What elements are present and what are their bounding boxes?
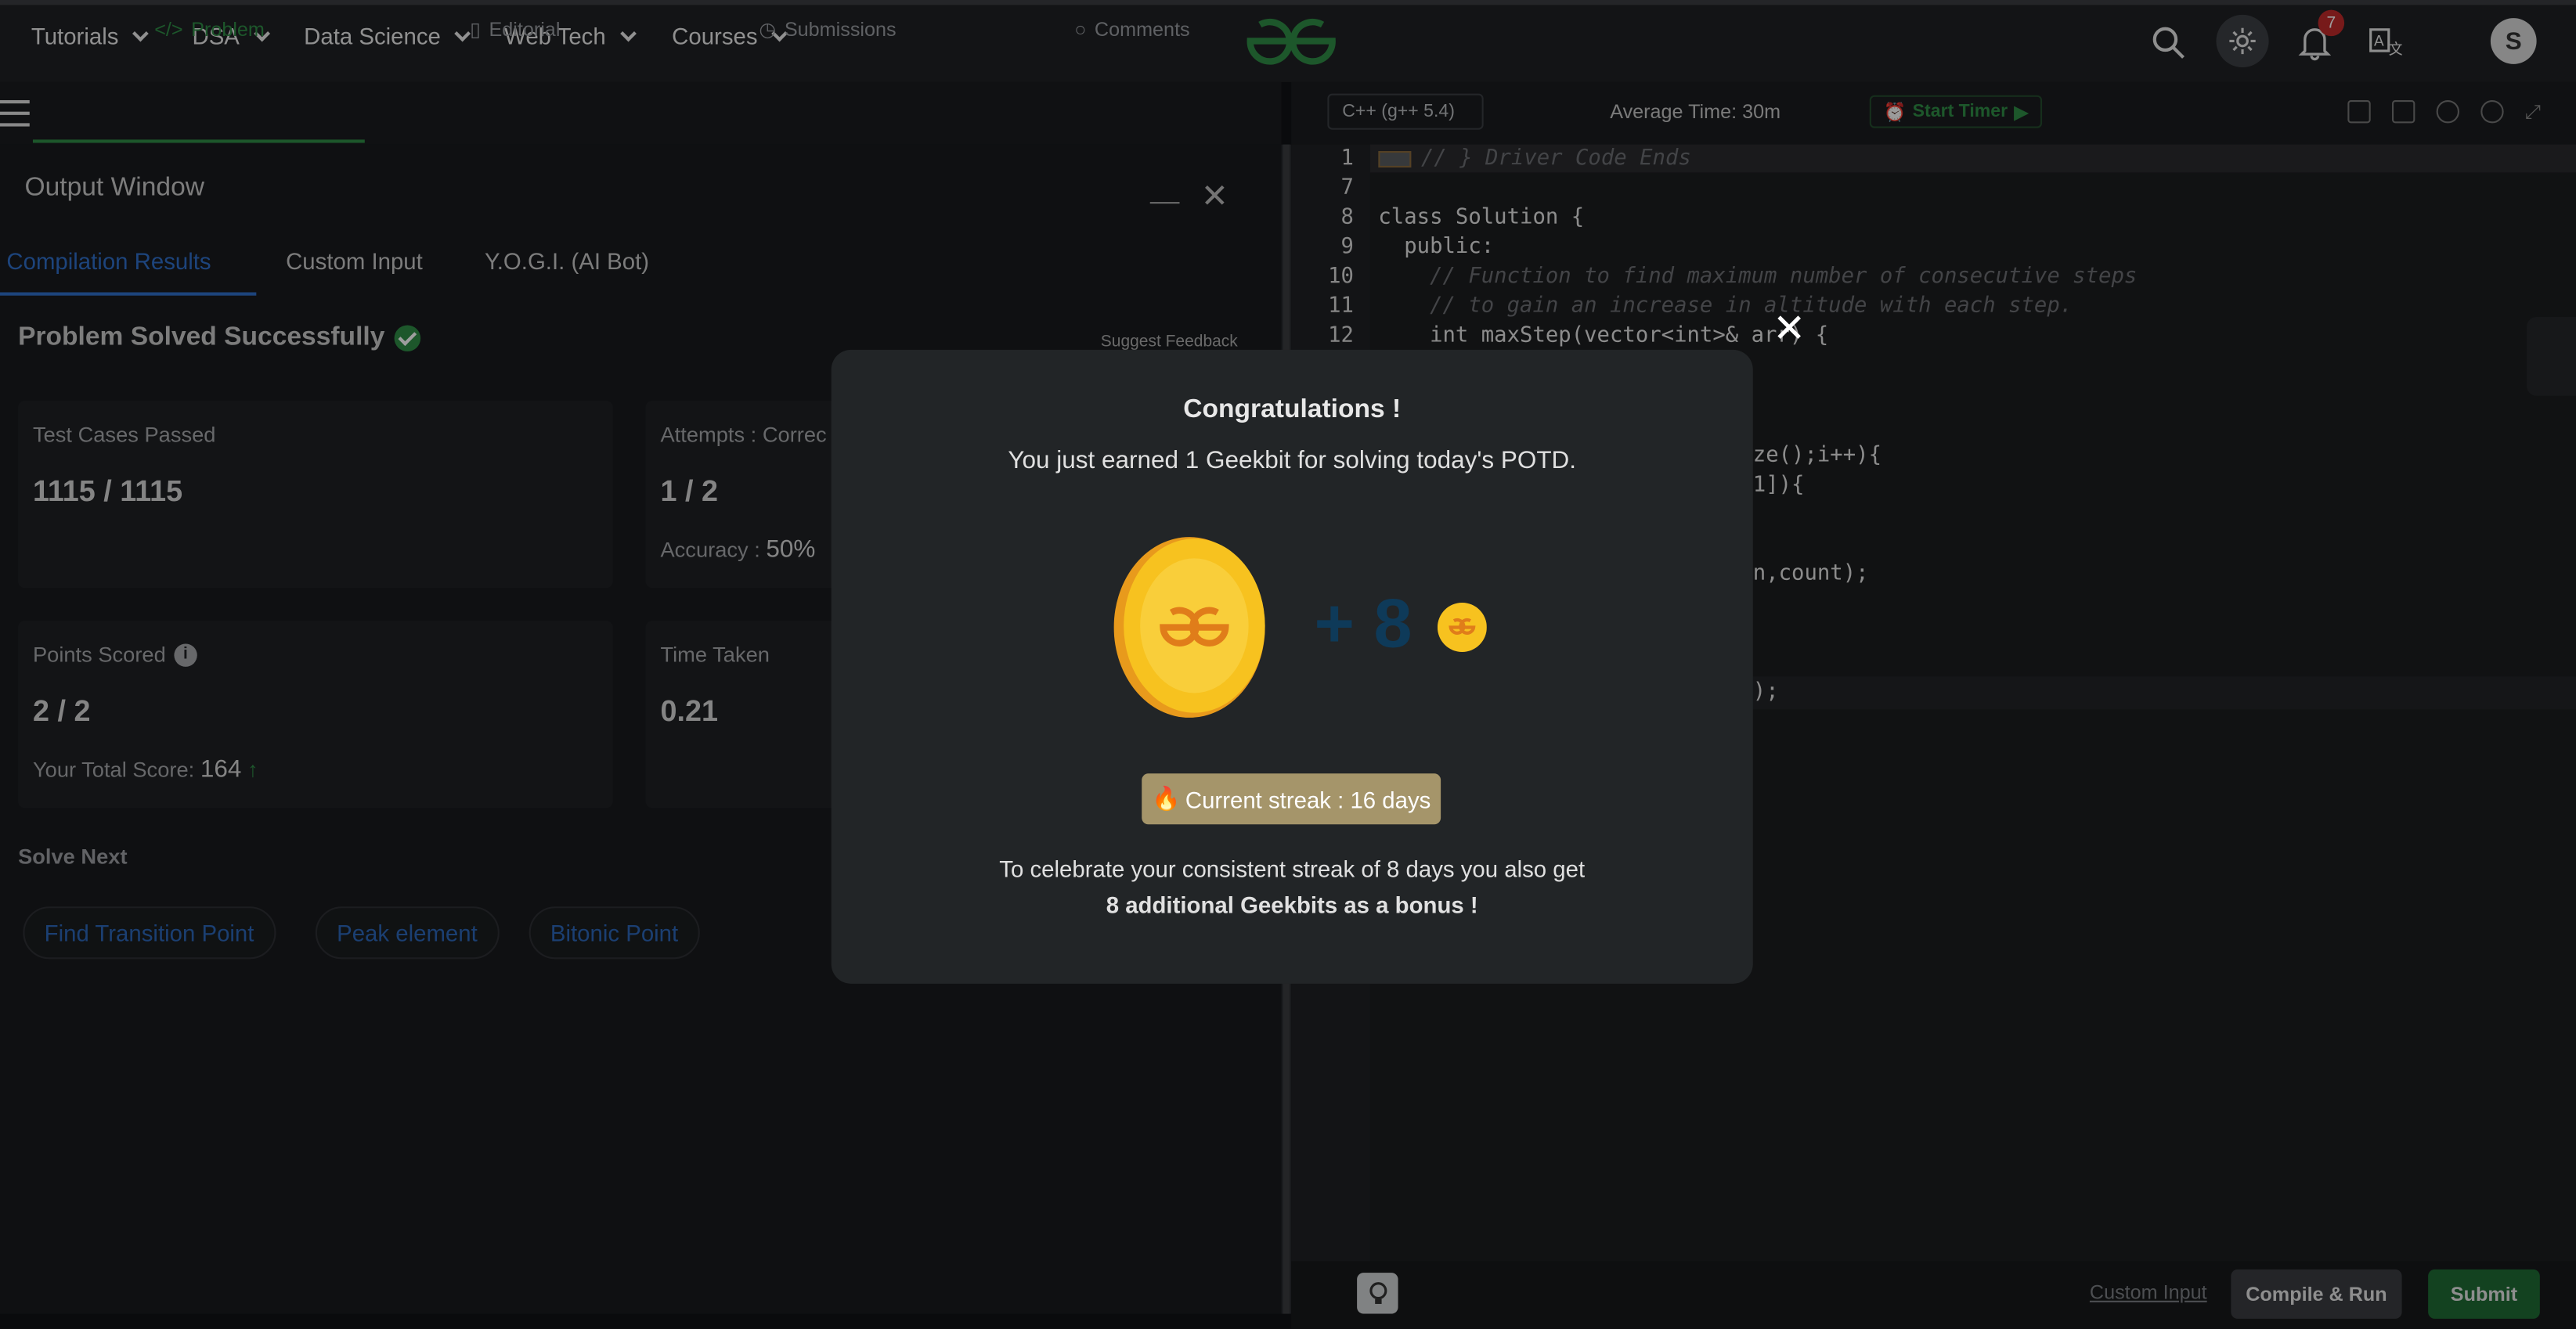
streak-text: Current streak : 16 days: [1185, 785, 1431, 812]
modal-earned-text: You just earned 1 Geekbit for solving to…: [1008, 446, 1577, 475]
geekbit-coin-icon: [1113, 537, 1265, 718]
fire-icon: 🔥: [1152, 784, 1181, 812]
celebrate-line: To celebrate your consistent streak of 8…: [999, 855, 1586, 882]
close-icon[interactable]: ✕: [1773, 305, 1806, 353]
modal-title: Congratulations !: [1183, 395, 1402, 424]
celebrate-bonus-line: 8 additional Geekbits as a bonus !: [1106, 891, 1478, 918]
geekbit-small-coin-icon: [1437, 603, 1487, 652]
celebrate-message: To celebrate your consistent streak of 8…: [832, 851, 1753, 923]
bonus-count: + 8: [1314, 584, 1412, 662]
streak-badge: 🔥 Current streak : 16 days: [1142, 773, 1441, 825]
